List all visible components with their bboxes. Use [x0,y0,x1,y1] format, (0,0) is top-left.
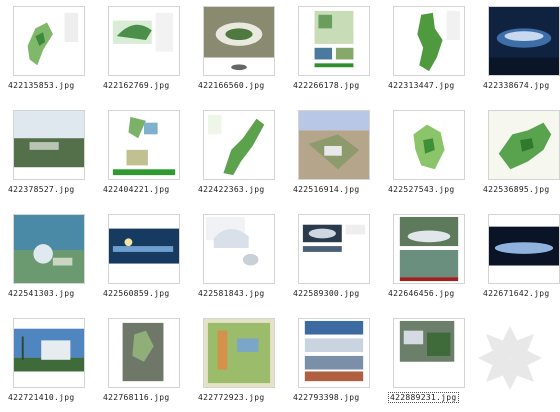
file-name-label: 422541303.jpg [8,289,100,299]
document-page-thumbnail[interactable] [298,6,370,76]
file-thumbnail-item[interactable]: 422527543.jpg [388,110,482,204]
file-name-label: 422793398.jpg [293,393,385,403]
plan-map-thumbnail[interactable] [488,110,560,180]
file-thumbnail-item[interactable]: 422166560.jpg [198,6,292,100]
file-name-text: 422768116.jpg [103,393,170,402]
file-name-text: 422721410.jpg [8,393,75,402]
file-thumbnail-item[interactable]: 422671642.jpg [483,214,560,308]
file-name-label: 422313447.jpg [388,81,480,91]
file-name-text: 422516914.jpg [293,185,360,194]
file-name-text: 422266178.jpg [293,81,360,90]
file-name-text: 422338674.jpg [483,81,550,90]
file-name-label: 422581843.jpg [198,289,290,299]
file-name-text: 422536895.jpg [483,185,550,194]
file-name-label: 422721410.jpg [8,393,100,403]
plan-map-thumbnail[interactable] [13,6,85,76]
file-thumbnail-item[interactable]: 422721410.jpg [8,318,102,412]
file-name-label: 422527543.jpg [388,185,480,195]
plan-map-thumbnail[interactable] [108,318,180,388]
file-name-label: 422589300.jpg [293,289,385,299]
file-thumbnail-item[interactable]: 422581843.jpg [198,214,292,308]
file-name-text: 422560859.jpg [103,289,170,298]
night-render-thumbnail[interactable] [488,6,560,76]
file-name-label: 422338674.jpg [483,81,560,91]
file-name-text: 422581843.jpg [198,289,265,298]
file-name-text: 422404221.jpg [103,185,170,194]
file-name-text: 422378527.jpg [8,185,75,194]
file-thumbnail-item[interactable]: 422589300.jpg [293,214,387,308]
document-page-thumbnail[interactable] [108,110,180,180]
file-name-label: 422162769.jpg [103,81,195,91]
stadium-photo-thumbnail[interactable] [203,6,275,76]
file-thumbnail-item[interactable]: 422536895.jpg [483,110,560,204]
plan-map-thumbnail[interactable] [393,6,465,76]
file-thumbnail-item[interactable]: 422422363.jpg [198,110,292,204]
aerial-render-thumbnail[interactable] [13,214,85,284]
file-name-label: 422768116.jpg [103,393,195,403]
plan-map-thumbnail[interactable] [108,6,180,76]
file-name-text: 422772923.jpg [198,393,265,402]
file-thumbnail-item[interactable]: 422516914.jpg [293,110,387,204]
file-name-label: 422560859.jpg [103,289,195,299]
file-name-text: 422793398.jpg [293,393,360,402]
file-name-label: 422646456.jpg [388,289,480,299]
file-thumbnail-item[interactable]: 422313447.jpg [388,6,482,100]
plan-map-thumbnail[interactable] [203,110,275,180]
render-thumbnail[interactable] [13,318,85,388]
document-page-thumbnail[interactable] [393,318,465,388]
file-name-text: 422671642.jpg [483,289,550,298]
file-name-text: 422162769.jpg [103,81,170,90]
render-thumbnail[interactable] [298,110,370,180]
file-name-label: 422772923.jpg [198,393,290,403]
file-thumbnail-item[interactable]: 422378527.jpg [8,110,102,204]
file-thumbnail-item[interactable]: 422889231.jpg [388,318,482,412]
file-name-label: 422516914.jpg [293,185,385,195]
file-name-text: 422646456.jpg [388,289,455,298]
file-thumbnail-item[interactable]: 422793398.jpg [293,318,387,412]
file-name-label: 422671642.jpg [483,289,560,299]
render-thumbnail[interactable] [393,214,465,284]
file-name-text: 422889231.jpg [388,392,459,403]
file-thumbnail-item[interactable]: 422541303.jpg [8,214,102,308]
file-name-text: 422527543.jpg [388,185,455,194]
file-thumbnail-item[interactable]: 422338674.jpg [483,6,560,100]
file-name-label: 422135853.jpg [8,81,100,91]
file-thumbnail-item[interactable]: 422266178.jpg [293,6,387,100]
night-render-thumbnail[interactable] [108,214,180,284]
file-name-label: 422422363.jpg [198,185,290,195]
file-name-label: 422166560.jpg [198,81,290,91]
plan-map-thumbnail[interactable] [393,110,465,180]
file-name-label: 422378527.jpg [8,185,100,195]
file-thumbnail-item[interactable]: 422646456.jpg [388,214,482,308]
file-name-text: 422589300.jpg [293,289,360,298]
file-thumbnail-item[interactable]: 422560859.jpg [103,214,197,308]
file-name-label: 422266178.jpg [293,81,385,91]
file-thumbnail-item[interactable]: 422135853.jpg [8,6,102,100]
file-name-label: 422889231.jpg [388,392,480,403]
file-name-text: 422422363.jpg [198,185,265,194]
aerial-photo-thumbnail[interactable] [13,110,85,180]
document-page-thumbnail[interactable] [298,214,370,284]
file-thumbnail-item[interactable]: 422768116.jpg [103,318,197,412]
plan-map-thumbnail[interactable] [203,318,275,388]
file-name-text: 422135853.jpg [8,81,75,90]
file-name-text: 422541303.jpg [8,289,75,298]
render-thumbnail[interactable] [203,214,275,284]
file-thumbnail-item[interactable]: 422162769.jpg [103,6,197,100]
file-name-text: 422166560.jpg [198,81,265,90]
file-name-label: 422536895.jpg [483,185,560,195]
snowflake-watermark-logo [478,326,542,390]
file-thumbnail-item[interactable]: 422772923.jpg [198,318,292,412]
night-render-thumbnail[interactable] [488,214,560,284]
file-name-label: 422404221.jpg [103,185,195,195]
document-page-thumbnail[interactable] [298,318,370,388]
file-name-text: 422313447.jpg [388,81,455,90]
file-thumbnail-item[interactable]: 422404221.jpg [103,110,197,204]
